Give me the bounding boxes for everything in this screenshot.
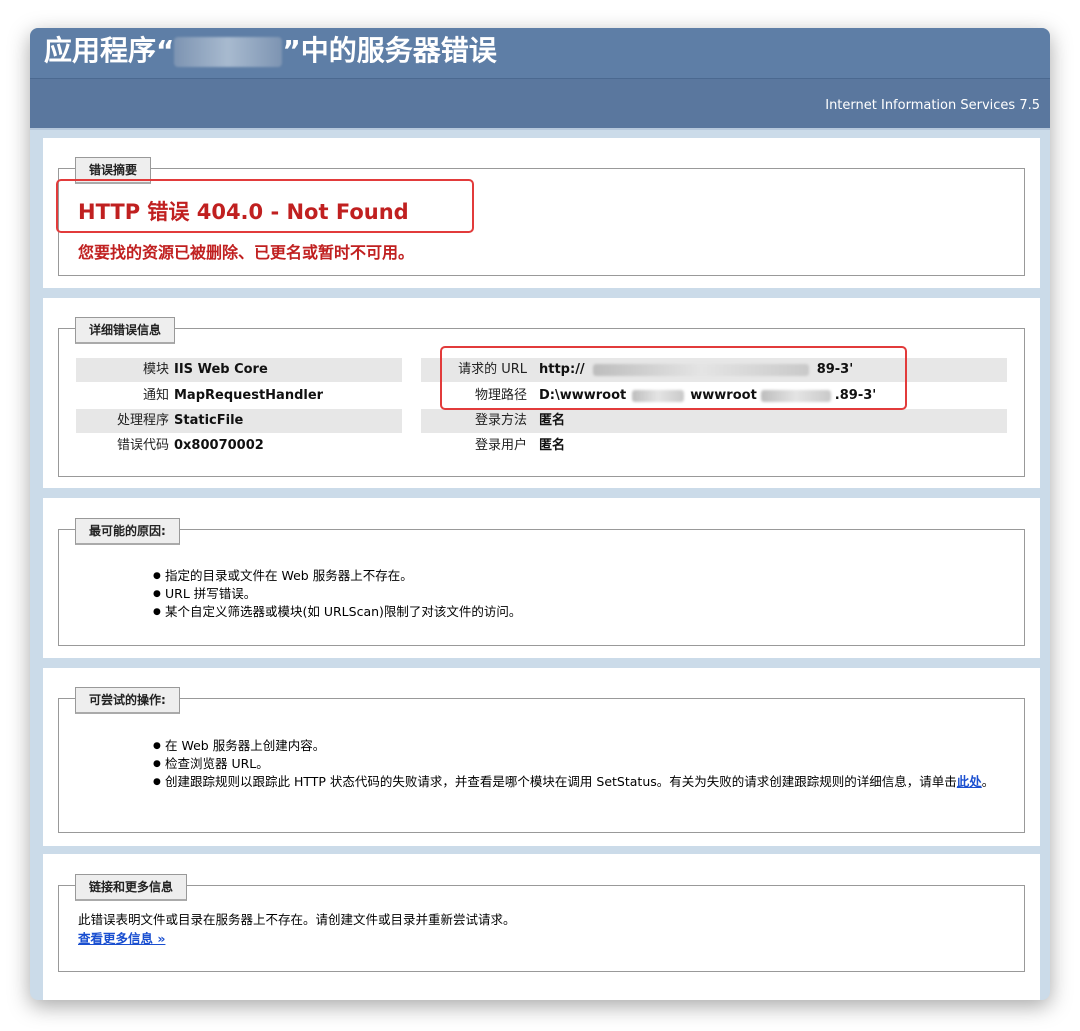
detail-value: 匿名 [539, 413, 566, 428]
likely-causes-legend: 最可能的原因: [75, 518, 180, 545]
detail-label: 登录用户 [474, 438, 527, 453]
server-version-bar: Internet Information Services 7.5 [30, 79, 1050, 130]
actions-list: 在 Web 服务器上创建内容。 检查浏览器 URL。 创建跟踪规则以跟踪此 HT… [153, 737, 1013, 791]
detail-label: 模块 [142, 362, 169, 377]
detail-row-handler: 处理程序 StaticFile [76, 409, 402, 433]
detail-label: 处理程序 [116, 413, 169, 428]
links-legend: 链接和更多信息 [75, 874, 188, 901]
error-title-annotation [56, 179, 474, 233]
likely-causes-list: 指定的目录或文件在 Web 服务器上不存在。 URL 拼写错误。 某个自定义筛选… [153, 567, 521, 621]
detail-value: IIS Web Core [174, 362, 268, 377]
detail-row-module: 模块 IIS Web Core [76, 358, 402, 382]
detail-value: MapRequestHandler [174, 388, 324, 403]
actions-legend: 可尝试的操作: [75, 687, 180, 714]
detailed-error-section: 详细错误信息 模块 IIS Web Core 通知 MapRequestHand… [43, 298, 1040, 488]
url-path-annotation [440, 346, 907, 410]
list-item: 在 Web 服务器上创建内容。 [153, 737, 1013, 755]
links-section: 链接和更多信息 此错误表明文件或目录在服务器上不存在。请创建文件或目录并重新尝试… [43, 854, 1040, 1000]
detail-label: 登录方法 [474, 413, 527, 428]
list-item: 指定的目录或文件在 Web 服务器上不存在。 [153, 567, 521, 585]
error-summary-section: 错误摘要 HTTP 错误 404.0 - Not Found 您要找的资源已被删… [43, 138, 1040, 288]
more-info-link[interactable]: 查看更多信息 » [78, 930, 165, 948]
links-description: 此错误表明文件或目录在服务器上不存在。请创建文件或目录并重新尝试请求。 [78, 912, 516, 927]
detail-row-notification: 通知 MapRequestHandler [76, 384, 402, 408]
detail-row-logon-method: 登录方法 匿名 [421, 409, 1007, 433]
title-suffix: ”中的服务器错误 [282, 34, 497, 67]
error-message: 您要找的资源已被删除、已更名或暂时不可用。 [78, 243, 415, 262]
list-item: URL 拼写错误。 [153, 585, 521, 603]
detail-label: 通知 [142, 388, 169, 403]
detail-row-logon-user: 登录用户 匿名 [421, 434, 1007, 458]
detail-value: StaticFile [174, 413, 244, 428]
actions-section: 可尝试的操作: 在 Web 服务器上创建内容。 检查浏览器 URL。 创建跟踪规… [43, 668, 1040, 846]
list-item: 检查浏览器 URL。 [153, 755, 1013, 773]
detail-row-error-code: 错误代码 0x80070002 [76, 434, 402, 458]
links-box: 链接和更多信息 此错误表明文件或目录在服务器上不存在。请创建文件或目录并重新尝试… [58, 874, 1025, 972]
detail-label: 错误代码 [116, 438, 169, 453]
title-prefix: 应用程序“ [44, 34, 175, 67]
browser-window: 应用程序“ ”中的服务器错误 Internet Information Servi… [30, 28, 1050, 1000]
list-item: 创建跟踪规则以跟踪此 HTTP 状态代码的失败请求，并查看是哪个模块在调用 Se… [153, 773, 1013, 791]
detailed-error-legend: 详细错误信息 [75, 317, 176, 344]
server-version: Internet Information Services 7.5 [825, 98, 1040, 113]
likely-causes-section: 最可能的原因: 指定的目录或文件在 Web 服务器上不存在。 URL 拼写错误。… [43, 498, 1040, 658]
list-item: 某个自定义筛选器或模块(如 URLScan)限制了对该文件的访问。 [153, 603, 521, 621]
detail-value: 匿名 [539, 438, 566, 453]
redacted-app-name [174, 37, 283, 67]
detail-value: 0x80070002 [174, 438, 264, 453]
here-link[interactable]: 此处 [957, 774, 982, 789]
page-title: 应用程序“ ”中的服务器错误 [30, 28, 1050, 79]
